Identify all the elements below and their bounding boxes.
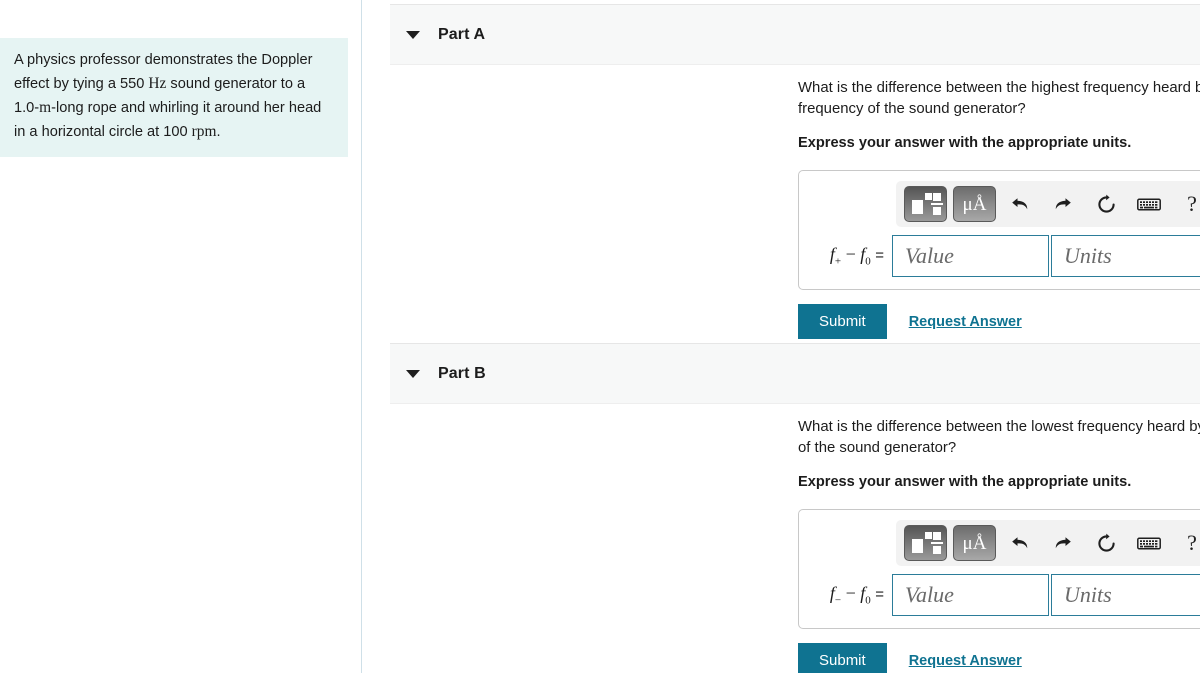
answer-box-a: μÅ ? f+ − f0 = Value Units bbox=[798, 170, 1200, 290]
unit-m: m bbox=[39, 99, 52, 116]
answer-input-row-a: f+ − f0 = bbox=[809, 235, 1200, 277]
request-answer-link-a[interactable]: Request Answer bbox=[909, 314, 1022, 330]
answer-pane: Part A What is the difference between th… bbox=[363, 0, 1200, 673]
math-template-icon bbox=[911, 193, 943, 215]
reset-icon[interactable] bbox=[1088, 526, 1124, 560]
keyboard-icon[interactable] bbox=[1131, 187, 1167, 221]
submit-button-a[interactable]: Submit bbox=[798, 304, 887, 339]
problem-pane: A physics professor demonstrates the Dop… bbox=[0, 0, 362, 673]
problem-statement: A physics professor demonstrates the Dop… bbox=[0, 38, 348, 157]
math-template-button[interactable] bbox=[904, 525, 947, 561]
question-text-a: What is the difference between the highe… bbox=[798, 80, 1200, 117]
submit-row-b: Submit Request Answer bbox=[798, 643, 1200, 673]
math-template-icon bbox=[911, 532, 943, 554]
help-icon[interactable]: ? bbox=[1174, 187, 1200, 221]
submit-button-b[interactable]: Submit bbox=[798, 643, 887, 673]
unit-hz: Hz bbox=[148, 75, 167, 92]
reset-icon[interactable] bbox=[1088, 187, 1124, 221]
answer-input-row-b: f− − f0 = bbox=[809, 574, 1200, 616]
part-header-a[interactable]: Part A bbox=[390, 4, 1200, 65]
part-body-b: What is the difference between the lowes… bbox=[798, 417, 1200, 673]
math-toolbar-b: μÅ ? bbox=[896, 520, 1200, 566]
undo-icon[interactable] bbox=[1002, 187, 1038, 221]
answer-units-input-a[interactable] bbox=[1051, 235, 1200, 277]
part-header-b[interactable]: Part B bbox=[390, 343, 1200, 404]
redo-icon[interactable] bbox=[1045, 526, 1081, 560]
problem-text-4: . bbox=[216, 124, 221, 140]
variable-label-a: f+ − f0 = bbox=[829, 244, 884, 268]
part-title-a: Part A bbox=[438, 25, 486, 43]
express-units-note-b: Express your answer with the appropriate… bbox=[798, 474, 1132, 490]
answer-units-input-b[interactable] bbox=[1051, 574, 1200, 616]
collapse-caret-icon[interactable] bbox=[406, 30, 420, 39]
units-button[interactable]: μÅ bbox=[953, 186, 996, 222]
redo-icon[interactable] bbox=[1045, 187, 1081, 221]
units-icon-label: μÅ bbox=[962, 193, 987, 215]
question-text-b: What is the difference between the lowes… bbox=[798, 419, 1200, 456]
unit-rpm: rpm bbox=[191, 123, 217, 140]
collapse-caret-icon[interactable] bbox=[406, 369, 420, 378]
part-body-a: What is the difference between the highe… bbox=[798, 78, 1200, 339]
part-title-b: Part B bbox=[438, 364, 486, 382]
page-root: A physics professor demonstrates the Dop… bbox=[0, 0, 1200, 673]
problem-text-3: -long rope and whirling it around her he… bbox=[14, 100, 322, 140]
express-units-note-a: Express your answer with the appropriate… bbox=[798, 135, 1132, 151]
request-answer-link-b[interactable]: Request Answer bbox=[909, 653, 1022, 669]
math-toolbar-a: μÅ ? bbox=[896, 181, 1200, 227]
answer-value-input-b[interactable] bbox=[892, 574, 1049, 616]
help-icon[interactable]: ? bbox=[1174, 526, 1200, 560]
answer-box-b: μÅ ? f− − f0 = Value Units bbox=[798, 509, 1200, 629]
submit-row-a: Submit Request Answer bbox=[798, 304, 1200, 339]
keyboard-icon[interactable] bbox=[1131, 526, 1167, 560]
units-icon-label: μÅ bbox=[962, 532, 987, 554]
variable-label-b: f− − f0 = bbox=[829, 583, 884, 607]
units-button[interactable]: μÅ bbox=[953, 525, 996, 561]
undo-icon[interactable] bbox=[1002, 526, 1038, 560]
math-template-button[interactable] bbox=[904, 186, 947, 222]
answer-value-input-a[interactable] bbox=[892, 235, 1049, 277]
